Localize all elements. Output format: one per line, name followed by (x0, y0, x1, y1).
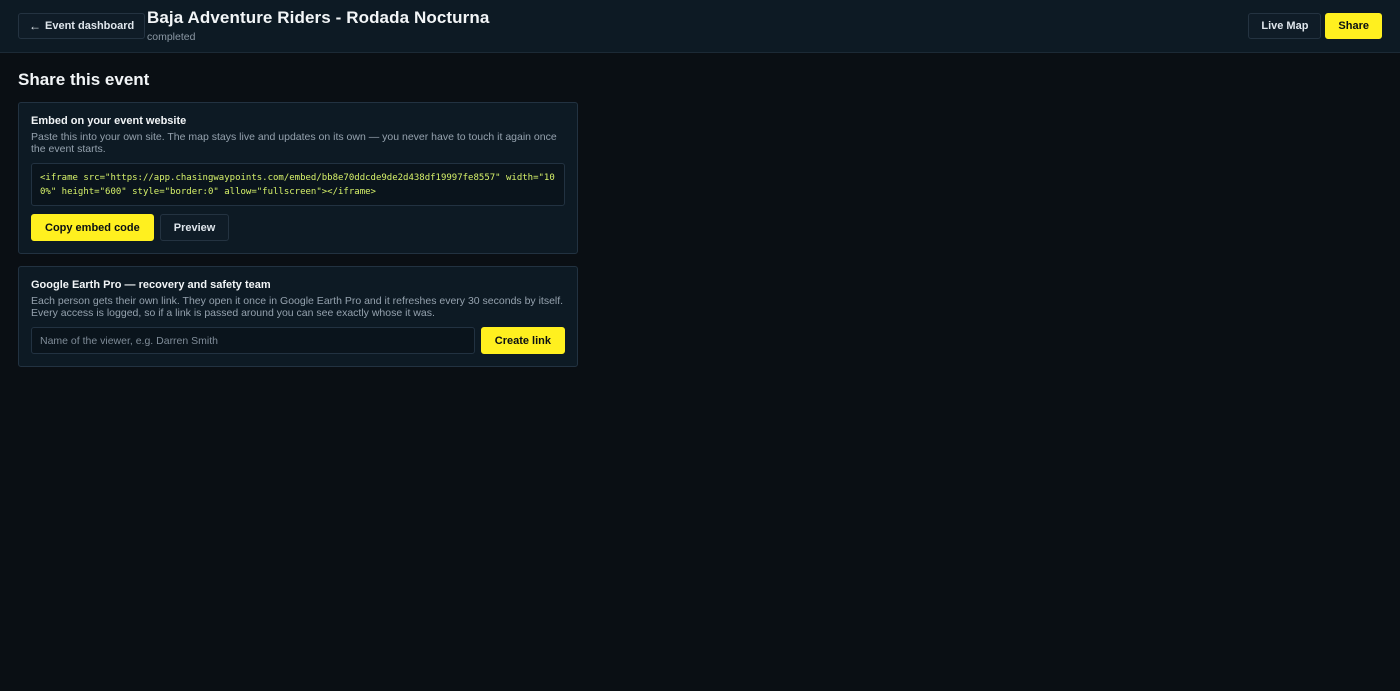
embed-actions: Copy embed code Preview (31, 214, 565, 241)
google-earth-card-description: Each person gets their own link. They op… (31, 295, 564, 319)
event-title-block: Baja Adventure Riders - Rodada Nocturna … (147, 8, 489, 43)
event-status: completed (147, 31, 196, 43)
top-actions: Live Map Share (1248, 13, 1382, 39)
embed-card-description: Paste this into your own site. The map s… (31, 131, 557, 155)
back-button-label: Event dashboard (45, 20, 135, 32)
page-title: Share this event (18, 70, 150, 89)
preview-button[interactable]: Preview (159, 214, 230, 241)
create-link-row: Create link (31, 327, 565, 354)
copy-embed-code-button[interactable]: Copy embed code (31, 214, 154, 241)
top-bar: ← Event dashboard Baja Adventure Riders … (0, 0, 1400, 53)
share-button[interactable]: Share (1325, 13, 1382, 39)
viewer-name-input[interactable] (31, 327, 475, 354)
google-earth-card-title: Google Earth Pro — recovery and safety t… (31, 279, 271, 291)
main-content: Share this event Embed on your event web… (0, 53, 596, 396)
google-earth-card: Google Earth Pro — recovery and safety t… (18, 266, 578, 367)
event-title: Baja Adventure Riders - Rodada Nocturna (147, 8, 490, 27)
live-map-button[interactable]: Live Map (1248, 13, 1322, 39)
arrow-left-icon: ← (29, 19, 41, 33)
embed-card-title: Embed on your event website (31, 115, 187, 127)
create-link-button[interactable]: Create link (480, 327, 565, 354)
back-to-dashboard-button[interactable]: ← Event dashboard (18, 13, 146, 39)
embed-code-box[interactable]: <iframe src="https://app.chasingwaypoint… (31, 163, 565, 206)
embed-card: Embed on your event website Paste this i… (18, 102, 578, 254)
